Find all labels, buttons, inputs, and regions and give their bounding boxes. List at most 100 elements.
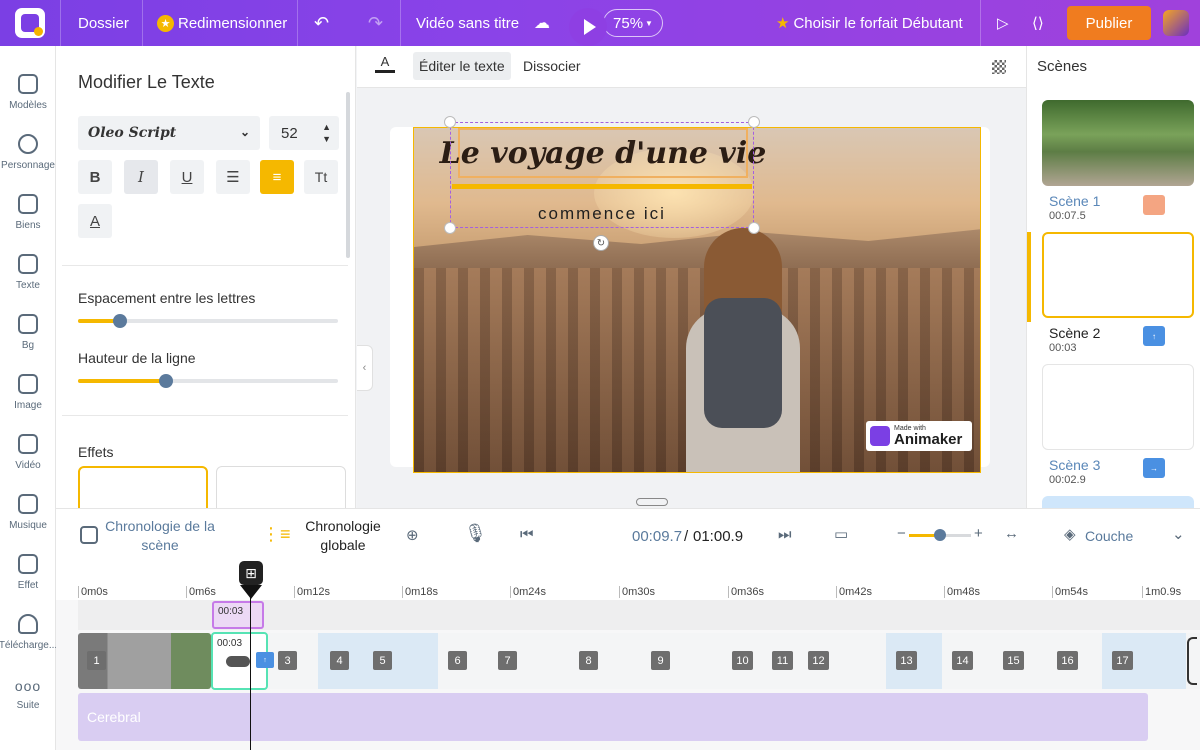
rail-item-character[interactable]: Personnage xyxy=(0,134,56,190)
scene-number[interactable]: 5 xyxy=(373,651,392,670)
publish-button[interactable]: Publier xyxy=(1067,6,1151,40)
text-case-button[interactable]: Tt xyxy=(304,160,338,194)
scene-thumbnail-4[interactable] xyxy=(1042,496,1194,508)
rotate-icon[interactable]: ↻ xyxy=(593,235,609,251)
skip-back-icon[interactable]: ⏮ xyxy=(520,526,534,543)
scene-number[interactable]: 17 xyxy=(1112,651,1133,670)
scene-number[interactable]: 11 xyxy=(772,651,793,670)
redo-icon[interactable]: ↷ xyxy=(368,0,383,46)
canvas-resize-handle[interactable] xyxy=(636,498,668,506)
list-button[interactable]: ☰ xyxy=(216,160,250,194)
scene-number[interactable]: 10 xyxy=(732,651,753,670)
rail-label: Personnage xyxy=(1,160,55,171)
video-title[interactable]: Vidéo sans titre xyxy=(416,0,519,46)
animaker-logo[interactable] xyxy=(12,0,48,46)
subtitles-icon[interactable]: ▭ xyxy=(834,525,848,543)
scene-3-transition-badge[interactable]: → xyxy=(1143,458,1165,478)
effect-card[interactable] xyxy=(216,466,346,508)
play-button[interactable] xyxy=(569,8,607,46)
stepper-arrows-icon[interactable]: ▲ ▼ xyxy=(322,121,331,145)
scene-number[interactable]: 12 xyxy=(808,651,829,670)
transition-icon[interactable]: ↑ xyxy=(256,652,274,668)
rail-item-effect[interactable]: Effet xyxy=(0,554,56,610)
scene-1-transition-badge[interactable] xyxy=(1143,195,1165,215)
rail-item-music[interactable]: Musique xyxy=(0,494,56,550)
scene-number[interactable]: 3 xyxy=(278,651,297,670)
zoom-select[interactable]: 75% ▼ xyxy=(603,9,663,37)
resize-button[interactable]: ★ Redimensionner xyxy=(157,0,287,46)
global-timeline-toggle[interactable]: Chronologie globale xyxy=(296,517,390,555)
bold-button[interactable]: B xyxy=(78,160,112,194)
line-height-slider[interactable] xyxy=(78,374,338,388)
preview-play-icon[interactable]: ▷ xyxy=(997,0,1009,46)
rail-item-video[interactable]: Vidéo xyxy=(0,434,56,490)
collapse-panel-button[interactable]: ‹ xyxy=(357,345,373,391)
scene-2-transition-badge[interactable]: ↑ xyxy=(1143,326,1165,346)
italic-button[interactable]: I xyxy=(124,160,158,194)
align-center-button[interactable]: ≡ xyxy=(260,160,294,194)
rail-item-props[interactable]: Biens xyxy=(0,194,56,250)
letter-spacing-slider[interactable] xyxy=(78,314,338,328)
text-color-icon[interactable]: A xyxy=(373,54,397,78)
edit-text-button[interactable]: Éditer le texte xyxy=(413,52,511,80)
chevron-down-icon[interactable]: ⌄ xyxy=(1172,525,1185,543)
scene-number[interactable]: 9 xyxy=(651,651,670,670)
scene-number[interactable]: 16 xyxy=(1057,651,1078,670)
resize-handle[interactable] xyxy=(444,222,456,234)
scene-number[interactable]: 15 xyxy=(1003,651,1024,670)
selection-box[interactable] xyxy=(450,122,754,228)
scene-thumbnail-1[interactable] xyxy=(1042,100,1194,186)
rail-item-upload[interactable]: Télécharge... xyxy=(0,614,57,670)
skip-forward-icon[interactable]: ⏭ xyxy=(778,526,792,543)
transparency-icon[interactable] xyxy=(992,60,1006,74)
effect-card-selected[interactable] xyxy=(78,466,208,508)
microphone-icon[interactable]: 🎙 xyxy=(464,523,487,544)
rail-item-more[interactable]: ooo Suite xyxy=(0,678,56,734)
resize-handle[interactable] xyxy=(748,116,760,128)
timeline-zoom-handle[interactable] xyxy=(934,529,946,541)
plan-button[interactable]: ★ Choisir le forfait Débutant xyxy=(776,0,963,46)
font-family-select[interactable]: Oleo Script ⌄ xyxy=(78,116,260,150)
rail-item-image[interactable]: Image xyxy=(0,374,56,430)
underline-button[interactable]: U xyxy=(170,160,204,194)
playhead-line[interactable] xyxy=(250,590,251,750)
zoom-out-icon[interactable]: − xyxy=(897,525,906,542)
fit-width-icon[interactable]: ↔ xyxy=(1004,525,1019,542)
rail-item-background[interactable]: Bg xyxy=(0,314,56,370)
resize-handle[interactable] xyxy=(748,222,760,234)
scene-timeline-icon[interactable] xyxy=(80,526,98,544)
scene-thumbnail-2[interactable] xyxy=(1042,232,1194,318)
rail-item-text[interactable]: Texte xyxy=(0,254,56,310)
audio-track[interactable] xyxy=(78,693,1148,741)
layer-button[interactable]: Couche xyxy=(1085,527,1133,546)
scene-number[interactable]: 6 xyxy=(448,651,467,670)
dissociate-button[interactable]: Dissocier xyxy=(517,52,587,80)
panel-scrollbar[interactable] xyxy=(346,92,350,258)
scene-number[interactable]: 8 xyxy=(579,651,598,670)
folder-button[interactable]: Dossier xyxy=(78,0,129,46)
scene-number[interactable]: 4 xyxy=(330,651,349,670)
scene-thumbnail-3[interactable] xyxy=(1042,364,1194,450)
add-scene-icon[interactable]: ⊕ xyxy=(406,526,419,544)
more-options-icon[interactable] xyxy=(226,656,250,667)
scene-timeline-toggle[interactable]: Chronologie de la scène xyxy=(104,517,216,555)
scene-duration-block[interactable]: 00:03 xyxy=(212,601,264,629)
rail-item-templates[interactable]: Modèles xyxy=(0,74,56,130)
text-color-button[interactable]: A xyxy=(78,204,112,238)
avatar[interactable] xyxy=(1163,10,1189,36)
font-size-stepper[interactable]: 52 ▲ ▼ xyxy=(269,116,339,150)
slider-handle[interactable] xyxy=(113,314,127,328)
scene-number[interactable]: 13 xyxy=(896,651,917,670)
slider-handle[interactable] xyxy=(159,374,173,388)
timeline-end-marker[interactable] xyxy=(1187,637,1197,685)
zoom-in-icon[interactable]: + xyxy=(974,525,983,542)
time-separator: / xyxy=(684,528,689,545)
scene-number[interactable]: 1 xyxy=(87,651,106,670)
undo-icon[interactable]: ↶ xyxy=(314,0,329,46)
share-icon[interactable]: ⟨⟩ xyxy=(1032,0,1044,46)
split-icon[interactable]: ⊞ xyxy=(239,561,263,585)
scene-number[interactable]: 14 xyxy=(952,651,973,670)
scene-number[interactable]: 7 xyxy=(498,651,517,670)
timeline-ruler[interactable]: 0m0s 0m6s 0m12s 0m18s 0m24s 0m30s 0m36s … xyxy=(56,564,1200,602)
resize-handle[interactable] xyxy=(444,116,456,128)
